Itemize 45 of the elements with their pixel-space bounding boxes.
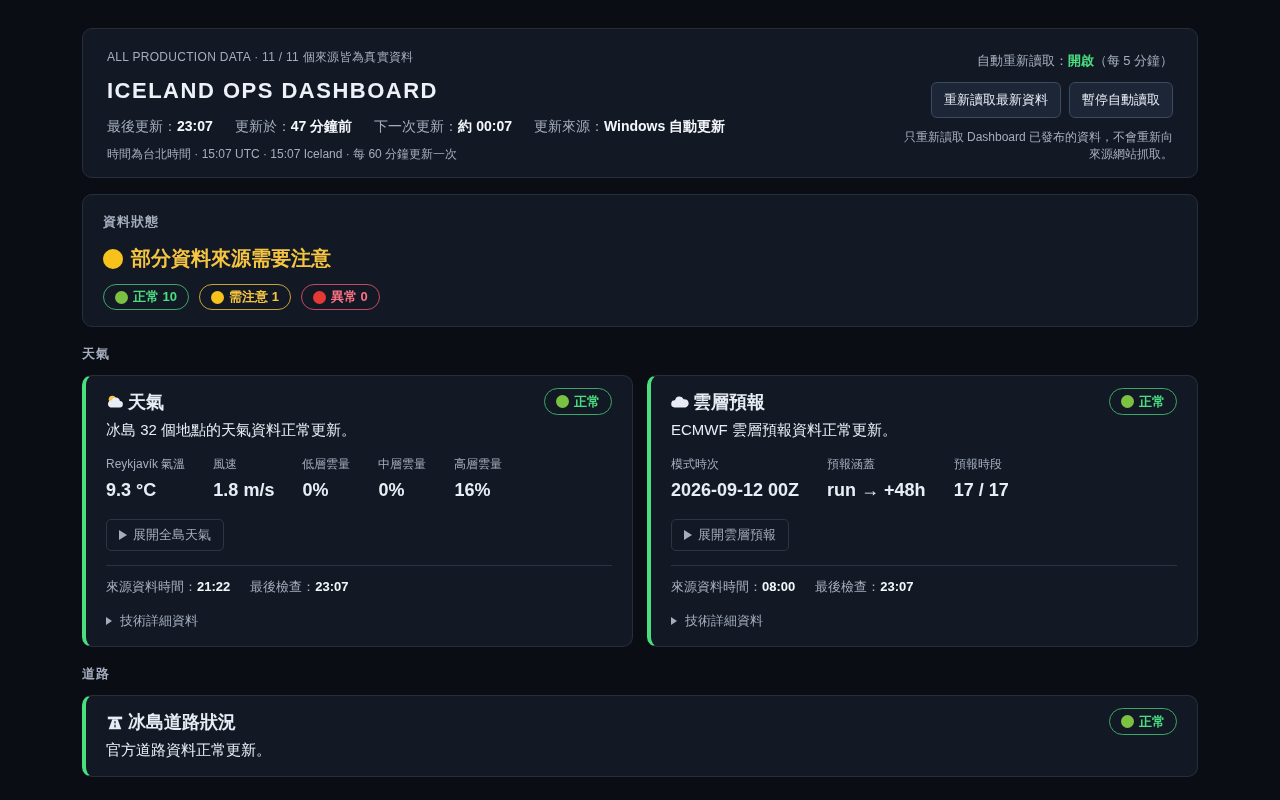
metric-value: 16% <box>454 480 492 501</box>
card-description: ECMWF 雲層預報資料正常更新。 <box>671 421 898 440</box>
metric-value: run → +48h <box>827 480 926 501</box>
card-title: 冰島道路狀況 <box>128 710 236 734</box>
dashboard-title: ICELAND OPS DASHBOARD <box>107 78 439 104</box>
refresh-button[interactable]: 暫停自動讀取 <box>1069 82 1173 118</box>
expand-button[interactable]: 展開雲層預報 <box>671 519 789 551</box>
timestamp-info: 最後檢查：23:07 <box>250 578 349 596</box>
metric-label: 預報涵蓋 <box>827 456 877 473</box>
update-info: 更新來源：Windows 自動更新 <box>534 118 726 136</box>
timestamp-info: 最後檢查：23:07 <box>815 578 914 596</box>
card-title: 天氣 <box>128 390 164 414</box>
metric-value: 1.8 m/s <box>213 480 275 501</box>
timezone-note: 時間為台北時間 · 15:07 UTC · 15:07 Iceland · 每 60 分鐘更新一次 <box>107 146 459 163</box>
section-heading: 道路 <box>82 665 111 683</box>
refresh-note: 只重新讀取 Dashboard 已發布的資料，不會重新向來源網站抓取。 <box>902 129 1173 163</box>
metric-value: 0% <box>378 480 406 501</box>
auto-refresh-status: 自動重新讀取：開啟（每 5 分鐘） <box>976 52 1173 70</box>
status-summary: 部分資料來源需要注意 <box>131 246 331 271</box>
timestamp-info: 來源資料時間：21:22 <box>106 578 231 596</box>
card-description: 官方道路資料正常更新。 <box>106 741 272 760</box>
metric-label: 中層雲量 <box>378 456 427 473</box>
refresh-button[interactable]: 重新讀取最新資料 <box>931 82 1061 118</box>
details-toggle[interactable]: 技術詳細資料 <box>106 612 198 630</box>
update-info: 更新於：47 分鐘前 <box>234 118 353 136</box>
metric-value: 0% <box>302 480 330 501</box>
card-description: 冰島 32 個地點的天氣資料正常更新。 <box>106 421 358 440</box>
metric-label: 模式時次 <box>671 456 720 473</box>
status-heading: 資料狀態 <box>103 213 160 231</box>
metric-label: 預報時段 <box>953 456 1003 473</box>
metric-value: 9.3 °C <box>106 480 158 501</box>
metric-label: 高層雲量 <box>454 456 503 473</box>
details-toggle[interactable]: 技術詳細資料 <box>671 612 763 630</box>
metric-label: Reykjavík 氣溫 <box>106 456 186 473</box>
update-info: 最後更新：23:07 <box>107 118 213 136</box>
timestamp-info: 來源資料時間：08:00 <box>671 578 796 596</box>
expand-button[interactable]: 展開全島天氣 <box>106 519 224 551</box>
metric-label: 風速 <box>213 456 239 473</box>
metric-value: 17 / 17 <box>953 480 1009 501</box>
section-heading: 天氣 <box>82 345 111 363</box>
card-title: 雲層預報 <box>693 390 765 414</box>
update-info: 下一次更新：約 00:07 <box>374 118 512 136</box>
data-source-note: ALL PRODUCTION DATA · 11 / 11 個來源皆為真實資料 <box>107 49 415 66</box>
metric-label: 低層雲量 <box>302 456 351 473</box>
metric-value: 2026-09-12 00Z <box>671 480 800 501</box>
